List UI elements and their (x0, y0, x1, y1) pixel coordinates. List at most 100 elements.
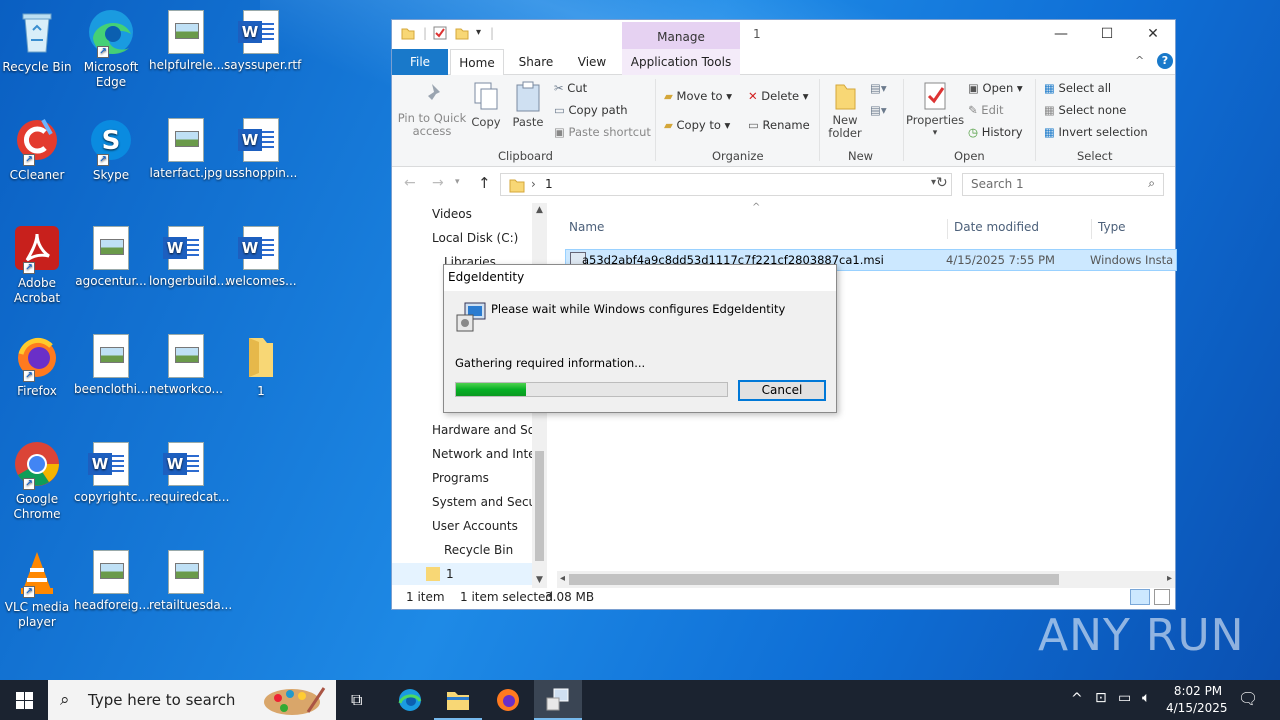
nav-item-recycle-bin[interactable]: Recycle Bin (444, 539, 544, 561)
select-none-button[interactable]: ▦ Select none (1044, 103, 1126, 117)
desktop-icon-headforeig[interactable]: headforeig... (74, 542, 150, 613)
properties-quick-icon[interactable] (433, 26, 447, 40)
taskbar-installer[interactable] (534, 680, 582, 720)
start-button[interactable] (0, 680, 48, 720)
tab-view[interactable]: View (568, 49, 616, 75)
task-view-button[interactable]: ⧉ (336, 680, 384, 720)
nav-item-system-security[interactable]: System and Security (432, 491, 532, 513)
desktop-icon-microsoft-edge[interactable]: ↗ Microsoft Edge (74, 2, 148, 90)
details-view-icon[interactable] (1130, 589, 1150, 605)
horizontal-scroll-thumb[interactable] (569, 574, 1059, 585)
recent-locations-icon[interactable]: ▾ (455, 177, 460, 187)
nav-item-folder-1[interactable]: 1 (392, 563, 532, 585)
desktop-icon-longerbuild[interactable]: W longerbuild... (149, 218, 228, 289)
paste-shortcut-button[interactable]: ▣ Paste shortcut (554, 125, 651, 139)
tab-manage[interactable]: Manage (622, 22, 740, 49)
desktop-icon-adobe-acrobat[interactable]: ↗ Adobe Acrobat (0, 218, 74, 306)
nav-item-programs[interactable]: Programs (432, 467, 532, 489)
copy-button[interactable]: Copy (466, 81, 506, 129)
desktop-icon-vlc[interactable]: ↗ VLC media player (0, 542, 74, 630)
new-item-button[interactable]: ▤▾ (870, 81, 887, 95)
tab-home[interactable]: Home (450, 49, 504, 76)
nav-scroll-thumb[interactable] (535, 451, 544, 561)
taskbar-file-explorer[interactable] (434, 680, 482, 720)
desktop-icon-folder-1[interactable]: 1 (224, 326, 298, 399)
paste-button[interactable]: Paste (508, 81, 548, 129)
column-header-type[interactable]: Type (1098, 220, 1126, 234)
help-icon[interactable]: ? (1157, 53, 1173, 69)
desktop-icon-retailtuesda[interactable]: retailtuesda... (149, 542, 232, 613)
edit-button[interactable]: ✎ Edit (968, 103, 1004, 117)
tab-share[interactable]: Share (510, 49, 562, 75)
desktop-icon-firefox[interactable]: ↗ Firefox (0, 326, 74, 399)
column-header-name[interactable]: Name (569, 220, 604, 234)
new-folder-button[interactable]: New folder (824, 81, 866, 140)
close-button[interactable]: ✕ (1130, 20, 1176, 48)
horizontal-scrollbar[interactable]: ◂ ▸ (557, 571, 1175, 588)
notifications-icon[interactable]: 🗨︎ (1238, 689, 1258, 708)
column-header-date[interactable]: Date modified (954, 220, 1039, 234)
nav-item-user-accounts[interactable]: User Accounts (432, 515, 532, 537)
desktop-icon-usshoppin[interactable]: W usshoppin... (224, 110, 298, 181)
meet-now-icon[interactable]: ⊡ (1095, 690, 1107, 706)
scroll-up-icon[interactable]: ▲ (536, 205, 543, 215)
volume-icon[interactable]: 🔈︎ (1142, 690, 1150, 706)
breadcrumb-item[interactable]: 1 (545, 177, 553, 191)
open-button[interactable]: ▣ Open ▾ (968, 81, 1023, 95)
search-input[interactable]: Search 1 ⌕ (962, 173, 1164, 196)
rename-button[interactable]: ▭ Rename (748, 118, 810, 132)
history-button[interactable]: ◷ History (968, 125, 1023, 139)
desktop-icon-helpfulrele[interactable]: helpfulrele... (149, 2, 224, 73)
nav-item-hardware-sound[interactable]: Hardware and Sound (432, 419, 532, 441)
address-input[interactable]: › 1 ▾ (500, 173, 952, 196)
easy-access-button[interactable]: ▤▾ (870, 103, 887, 117)
back-arrow-icon[interactable]: ← (404, 175, 416, 191)
maximize-button[interactable]: ☐ (1084, 20, 1130, 48)
new-folder-quick-icon[interactable] (455, 26, 469, 40)
network-icon[interactable]: ▭ (1118, 690, 1131, 706)
desktop-icon-ccleaner[interactable]: ↗ CCleaner (0, 110, 74, 183)
desktop-icon-beenclothi[interactable]: beenclothi... (74, 326, 148, 397)
copy-to-button[interactable]: ▰ Copy to ▾ (664, 118, 730, 132)
clock-time[interactable]: 8:02 PM (1170, 684, 1226, 698)
desktop-icon-skype[interactable]: S ↗ Skype (74, 110, 148, 183)
pin-to-quick-access-button[interactable]: Pin to Quick access (396, 81, 468, 138)
taskbar-edge[interactable] (386, 680, 434, 720)
up-arrow-icon[interactable]: ↑ (478, 174, 491, 192)
clock-date[interactable]: 4/15/2025 (1166, 701, 1228, 715)
select-all-button[interactable]: ▦ Select all (1044, 81, 1111, 95)
desktop-icon-copyrightc[interactable]: W copyrightc... (74, 434, 149, 505)
tab-application-tools[interactable]: Application Tools (622, 49, 740, 75)
scroll-right-icon[interactable]: ▸ (1167, 573, 1172, 584)
refresh-icon[interactable]: ↻ (936, 175, 948, 191)
desktop-icon-welcomes[interactable]: W welcomes... (224, 218, 298, 289)
move-to-button[interactable]: ▰ Move to ▾ (664, 89, 732, 103)
cancel-button[interactable]: Cancel (738, 380, 826, 401)
collapse-ribbon-icon[interactable]: ^ (1135, 54, 1144, 67)
desktop-icon-agocentur[interactable]: agocentur... (74, 218, 148, 289)
forward-arrow-icon[interactable]: → (432, 175, 444, 191)
customize-quick-access-icon[interactable]: ▾ (476, 27, 481, 38)
copy-path-button[interactable]: ▭ Copy path (554, 103, 628, 117)
nav-item-network-internet[interactable]: Network and Internet (432, 443, 532, 465)
scroll-left-icon[interactable]: ◂ (560, 573, 565, 584)
nav-item-local-disk[interactable]: Local Disk (C:) (432, 227, 532, 249)
scroll-down-icon[interactable]: ▼ (536, 575, 543, 585)
show-hidden-icons[interactable]: ^ (1071, 691, 1083, 707)
taskbar-firefox[interactable] (484, 680, 532, 720)
taskbar-search-input[interactable]: ⌕ Type here to search (48, 680, 336, 720)
invert-selection-button[interactable]: ▦ Invert selection (1044, 125, 1148, 139)
desktop-icon-google-chrome[interactable]: ↗ Google Chrome (0, 434, 74, 522)
desktop-icon-requiredcat[interactable]: W requiredcat... (149, 434, 229, 505)
desktop-icon-recycle-bin[interactable]: Recycle Bin (0, 2, 74, 75)
properties-button[interactable]: Properties ▾ (906, 81, 964, 140)
desktop-icon-sayssuper[interactable]: W sayssuper.rtf (224, 2, 301, 73)
tab-file[interactable]: File (392, 49, 448, 75)
delete-button[interactable]: ✕ Delete ▾ (748, 89, 809, 103)
nav-item-videos[interactable]: Videos (432, 203, 532, 225)
large-icons-view-icon[interactable] (1154, 589, 1170, 605)
desktop-icon-networkco[interactable]: networkco... (149, 326, 223, 397)
desktop-icon-laterfact[interactable]: laterfact.jpg (149, 110, 223, 181)
minimize-button[interactable]: — (1038, 20, 1084, 48)
cut-button[interactable]: ✂ Cut (554, 81, 587, 95)
